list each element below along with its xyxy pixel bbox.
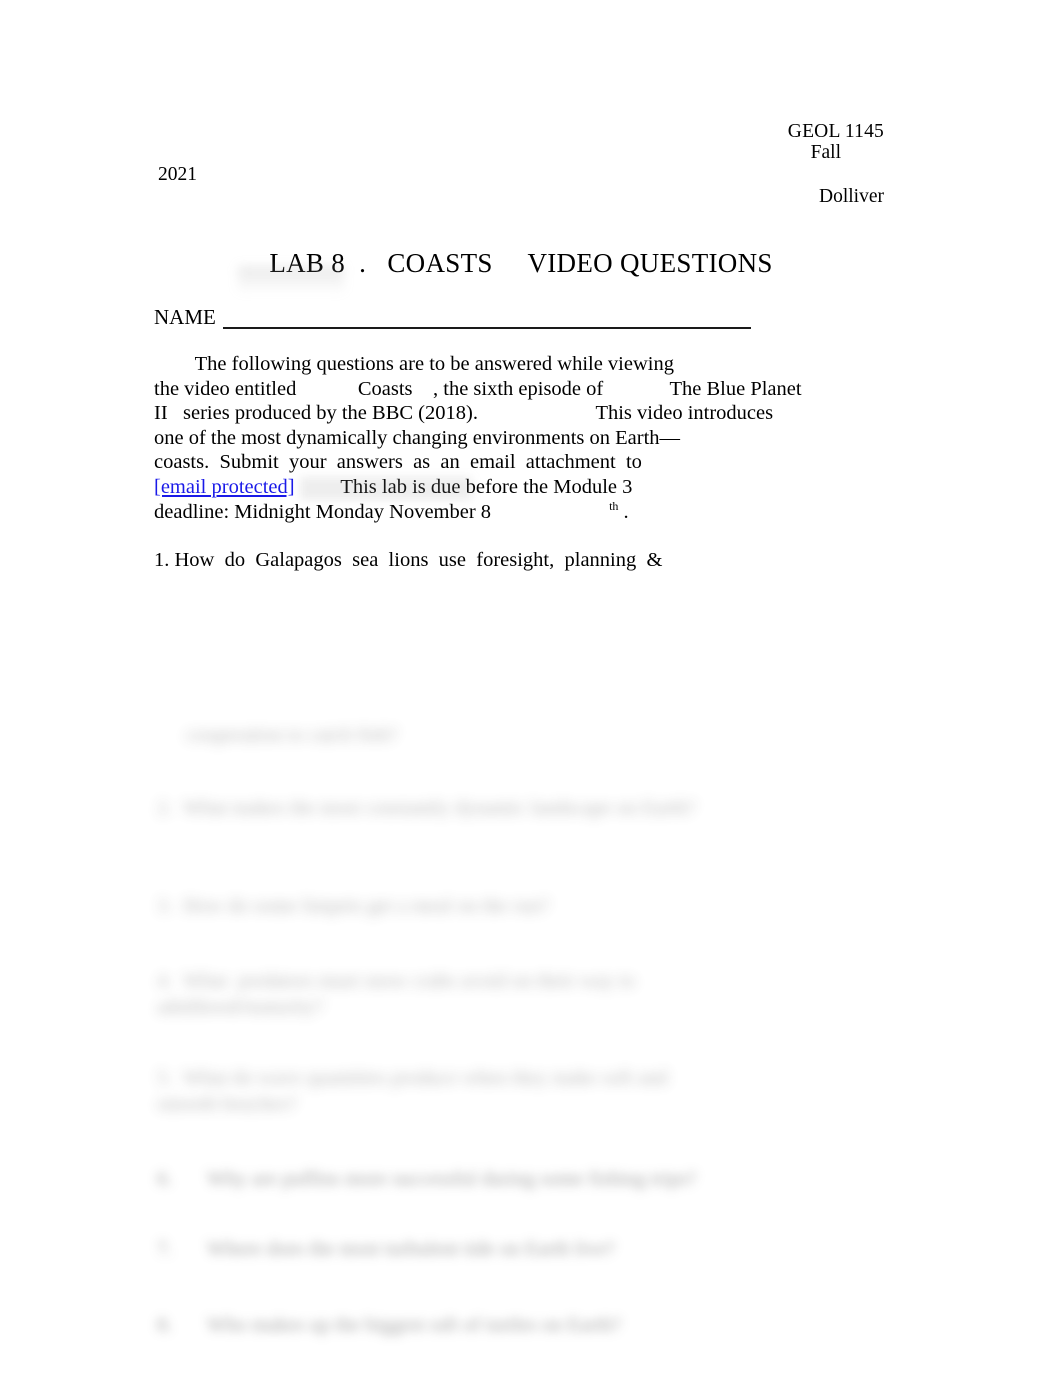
question-1-continuation-text: cooperation to catch fish?: [186, 724, 398, 746]
question-7-text: Where does the most turbulent tide on Ea…: [207, 1238, 615, 1260]
question-6-number: 6.: [157, 1168, 173, 1190]
name-label: NAME: [154, 305, 216, 329]
question-2: 2. What makes the most constantly dynamic…: [157, 795, 727, 821]
question-4: 4. What predators must snow crabs avoid o…: [157, 968, 727, 1020]
instructions-paragraph: The following questions are to be answer…: [154, 352, 884, 524]
question-5-text: What do wave quantities produce when the…: [157, 1067, 673, 1115]
question-3-text: How do some limpets get a meal on the ru…: [183, 895, 550, 917]
question-6-text: Why are puffins more successful during s…: [207, 1168, 697, 1190]
instructions-line-6: [email protected] This lab is due before…: [154, 475, 884, 500]
question-5: 5. What do wave quantities produce when t…: [157, 1065, 727, 1117]
question-5-number: 5.: [157, 1067, 173, 1089]
instructions-line-3: II series produced by the BBC (2018). Th…: [154, 402, 774, 425]
instructions-line-4: one of the most dynamically changing env…: [154, 426, 681, 449]
question-3: 3. How do some limpets get a meal on the …: [157, 893, 737, 919]
header-instructor: Dolliver: [819, 186, 884, 207]
email-link[interactable]: [email protected]: [154, 476, 295, 498]
header-course: GEOL 1145: [787, 121, 884, 142]
question-7-number: 7.: [157, 1238, 173, 1260]
question-4-text: What predators must snow crabs avoid on …: [157, 970, 641, 1018]
document-header: GEOL 1145 Fall: [158, 121, 884, 163]
question-1-text: How do Galapagos sea lions use foresight…: [169, 549, 663, 571]
question-4-number: 4.: [157, 970, 173, 992]
instructions-line-7: deadline: Midnight Monday November 8 th .: [154, 500, 884, 525]
instructions-line-1: The following questions are to be answer…: [154, 353, 674, 375]
question-6: 6. Why are puffins more successful during…: [157, 1166, 757, 1192]
question-1-number: 1.: [154, 549, 170, 571]
instructions-line-5: coasts. Submit your answers as an email …: [154, 451, 642, 474]
question-8-text: Who makes up the biggest raft of turtles…: [207, 1314, 621, 1336]
deadline-period: .: [618, 500, 629, 523]
instructions-line-6-tail: This lab is due before the Module 3: [294, 475, 633, 498]
question-7: 7. Where does the most turbulent tide on …: [157, 1236, 757, 1262]
question-1-continuation: cooperation to catch fish?: [186, 722, 746, 748]
document-page: GEOL 1145 Fall 2021 Dolliver LAB 8 . COA…: [0, 0, 1062, 1377]
question-8-number: 8.: [157, 1314, 173, 1336]
instructions-line-2: the video entitled Coasts , the sixth ep…: [154, 377, 802, 400]
deadline-ordinal-suffix: th: [609, 498, 619, 513]
question-3-number: 3.: [157, 895, 173, 917]
question-2-text: What makes the most constantly dynamic l…: [183, 797, 696, 819]
question-8: 8. Who makes up the biggest raft of turtl…: [157, 1312, 757, 1338]
header-year: 2021: [158, 164, 197, 185]
name-input-rule[interactable]: [223, 327, 751, 329]
question-2-number: 2.: [157, 797, 173, 819]
question-1: 1. How do Galapagos sea lions use foresi…: [154, 548, 884, 573]
header-term: Fall: [810, 141, 841, 163]
deadline-text: deadline: Midnight Monday November 8: [154, 500, 492, 523]
page-title: LAB 8 . COASTS VIDEO QUESTIONS: [269, 248, 773, 278]
